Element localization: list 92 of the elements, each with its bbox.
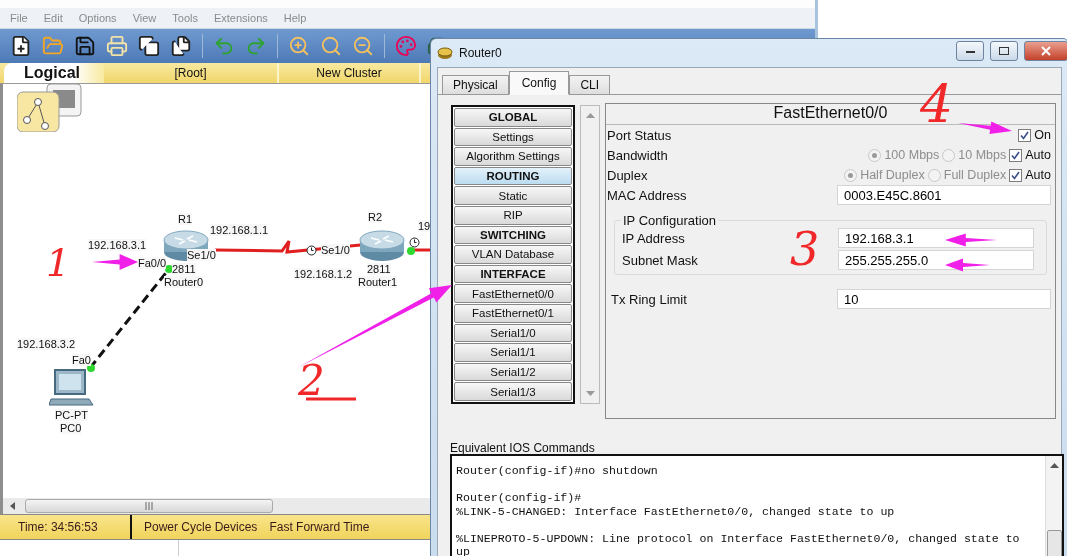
nav-button[interactable]: Serial1/2 [454, 362, 572, 382]
section-header[interactable]: SWITCHING [454, 225, 572, 245]
input-field[interactable]: 192.168.3.1 [838, 228, 1034, 248]
input-field[interactable]: 10 [837, 289, 1051, 309]
computer-icon [49, 369, 95, 409]
radio-label: 10 Mbps [958, 148, 1007, 162]
minimize-icon [965, 49, 975, 53]
tab[interactable]: CLI [569, 75, 611, 94]
window-title: Router0 [459, 46, 503, 60]
field-label: Bandwidth [607, 147, 669, 163]
nav-button[interactable]: Algorithm Settings [454, 147, 572, 166]
link-light [87, 364, 95, 372]
up-arrow-icon[interactable] [1049, 462, 1059, 468]
clock-icon [409, 237, 420, 248]
device-label: 192.168.3.2 [17, 338, 76, 350]
nav-button[interactable]: Serial1/0 [454, 323, 572, 343]
field-label: Tx Ring Limit [610, 291, 688, 307]
annotation-number: 3 [790, 226, 820, 272]
device-label: Fa0 [72, 354, 91, 366]
device-label: Fa0/0 [138, 257, 167, 269]
maximize-icon [999, 47, 1009, 55]
device-label: Se1/0 [187, 249, 216, 261]
console-line: %LINEPROTO-5-UPDOWN: Line protocol on Interface FastEthernet0/0, changed state to [456, 531, 1021, 545]
field-label: MAC Address [607, 187, 688, 203]
device-label: R2 [368, 211, 383, 223]
section-header[interactable]: INTERFACE [454, 264, 572, 284]
nav-button[interactable]: FastEthernet0/0 [454, 284, 572, 303]
vertical-scrollbar[interactable] [580, 105, 600, 404]
field-label: IP Address [622, 230, 686, 246]
nav-button[interactable]: Serial1/1 [454, 343, 572, 362]
nav-button[interactable]: Settings [454, 127, 572, 147]
nav-button[interactable]: Static [454, 186, 572, 205]
grip-icon [144, 502, 154, 510]
clock-icon [306, 245, 317, 256]
scroll-thumb[interactable] [1046, 530, 1062, 556]
close-button[interactable] [1024, 41, 1067, 61]
minimize-button[interactable] [956, 41, 984, 61]
device-label: 2811 [172, 263, 196, 275]
device-label: PC-PT [55, 409, 88, 421]
down-arrow-icon[interactable] [585, 391, 595, 397]
tab[interactable]: Config [508, 71, 570, 95]
console-line: Router(config-if)#no shutdown [456, 464, 659, 478]
logical-tab[interactable]: Logical [4, 63, 104, 83]
view-toggle-icon[interactable] [17, 84, 83, 132]
annotation-number: 1 [46, 244, 71, 282]
device-label: Se1/0 [321, 244, 350, 256]
group-title: IP Configuration [622, 213, 717, 228]
device-label: Router1 [358, 276, 398, 288]
section-header[interactable]: ROUTING [454, 166, 572, 186]
palette-icon[interactable] [393, 33, 419, 59]
vertical-scrollbar[interactable] [1045, 456, 1062, 556]
tab[interactable]: Physical [442, 75, 509, 94]
radio-label: 100 Mbps [884, 148, 940, 162]
device-label: 192.168.3.1 [88, 239, 147, 251]
link-light [407, 247, 415, 255]
field-label: Subnet Mask [622, 252, 699, 268]
checkbox-label: Auto [1025, 148, 1051, 162]
nav-button[interactable]: FastEthernet0/1 [454, 303, 572, 323]
copy-icon[interactable] [136, 33, 162, 59]
printer-icon[interactable] [104, 33, 130, 59]
radio-label: Half Duplex [860, 168, 925, 182]
status-button[interactable]: Fast Forward Time [269, 520, 370, 534]
annotation-number: 2 [298, 360, 325, 402]
checkbox[interactable] [1018, 128, 1032, 142]
close-icon [1041, 46, 1051, 56]
field-label: Port Status [607, 127, 673, 143]
status-button[interactable]: Power Cycle Devices [144, 520, 258, 534]
console-line: Router(config-if)# [456, 491, 583, 505]
checkbox-label: Auto [1025, 168, 1051, 182]
device-label: 2811 [367, 263, 391, 275]
nav-button[interactable]: Serial1/3 [454, 382, 572, 401]
checkbox-label: On [1034, 128, 1051, 142]
device-label: 19 [418, 220, 431, 232]
annotation-underline [306, 397, 356, 401]
device-label: Router0 [164, 276, 204, 288]
field-label: Duplex [607, 167, 649, 183]
input-field[interactable]: 0003.E45C.8601 [837, 185, 1051, 205]
left-arrow-icon[interactable] [9, 502, 17, 510]
input-field[interactable]: 255.255.255.0 [838, 250, 1034, 270]
device-label: 192.168.1.1 [210, 224, 269, 236]
maximize-button[interactable] [990, 41, 1018, 61]
nav-button[interactable]: RIP [454, 205, 572, 225]
link-light [165, 265, 173, 273]
device-label: PC0 [60, 422, 82, 434]
device-label: R1 [178, 213, 193, 225]
nav-button[interactable]: VLAN Database [454, 245, 572, 264]
console-line: %LINK-5-CHANGED: Interface FastEthernet0/0, changed state to up [456, 504, 896, 518]
device-label: 192.168.1.2 [294, 268, 353, 280]
radio-label: Full Duplex [943, 168, 1007, 182]
section-header[interactable]: GLOBAL [454, 108, 572, 127]
annotation-arrow [958, 121, 1012, 135]
section-label: Equivalent IOS Commands [450, 441, 596, 454]
